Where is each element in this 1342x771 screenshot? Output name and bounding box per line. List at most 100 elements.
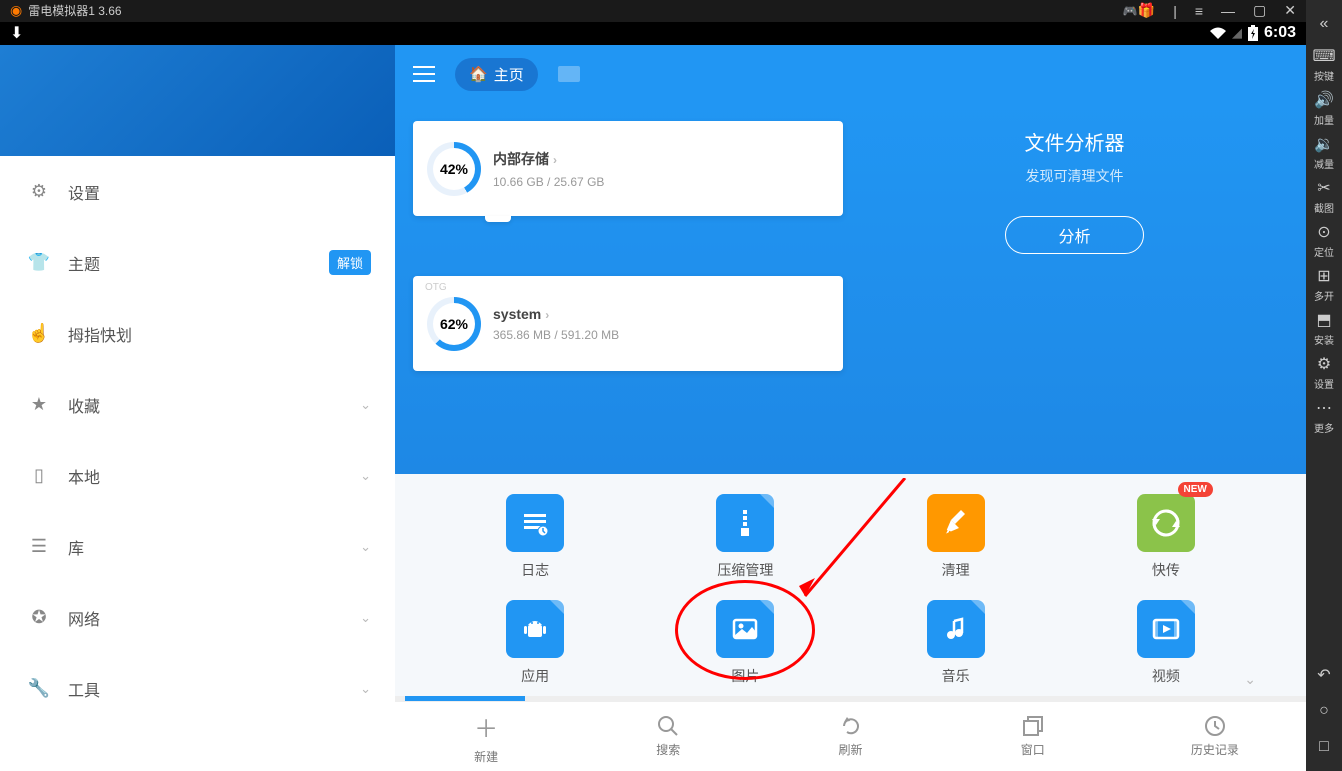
sidebar-item-label: 收藏: [68, 393, 360, 417]
analyzer-title: 文件分析器: [1025, 127, 1125, 156]
bottombar-label: 刷新: [839, 741, 863, 758]
sidebar-item-tools[interactable]: 🔧 工具 ⌄: [0, 653, 395, 724]
menu-icon[interactable]: ≡: [1195, 3, 1203, 19]
search-icon: [657, 715, 679, 737]
gear-icon: ⚙: [24, 181, 54, 202]
sidebar-item-label: 主题: [68, 251, 329, 275]
window-title: 雷电模拟器1 3.66: [28, 2, 1115, 19]
hamburger-icon[interactable]: [413, 66, 435, 82]
chevron-down-icon[interactable]: ⌄: [1244, 671, 1256, 688]
recent-nav-icon[interactable]: □: [1306, 729, 1342, 765]
window-button[interactable]: 窗口: [942, 702, 1124, 771]
gift-icon[interactable]: 🎁: [1138, 2, 1155, 19]
minimize-icon[interactable]: —: [1221, 3, 1235, 19]
tool-video[interactable]: 视频: [1076, 600, 1256, 686]
bottombar-label: 历史记录: [1191, 741, 1239, 758]
settings-button[interactable]: ⚙设置: [1306, 350, 1342, 394]
storage-card-internal[interactable]: 42% 内部存储 › 10.66 GB / 25.67 GB: [413, 121, 843, 216]
tab-marker[interactable]: [558, 66, 580, 82]
sidebar-item-local[interactable]: ▯ 本地 ⌄: [0, 440, 395, 511]
volume-down-button[interactable]: 🔉减量: [1306, 130, 1342, 174]
sidebar-hero: [0, 45, 395, 156]
sidebar-item-swipe[interactable]: ☝ 拇指快划: [0, 298, 395, 369]
maximize-icon[interactable]: ▢: [1253, 2, 1266, 19]
storage-card-system[interactable]: OTG 62% system› 365.86 MB / 591.20 MB: [413, 276, 843, 371]
home-tab[interactable]: 🏠 主页: [455, 58, 538, 91]
bottombar-label: 搜索: [656, 741, 680, 758]
tool-label: 音乐: [942, 666, 970, 686]
refresh-icon: [840, 715, 862, 737]
storage-size: 10.66 GB / 25.67 GB: [493, 175, 604, 189]
more-button[interactable]: ⋯更多: [1306, 394, 1342, 438]
sidebar-item-favorites[interactable]: ★ 收藏 ⌄: [0, 369, 395, 440]
analyzer-panel: 42% 内部存储 › 10.66 GB / 25.67 GB OTG 62%: [395, 103, 1306, 474]
tool-zip[interactable]: 压缩管理: [655, 494, 835, 580]
divider-icon: |: [1173, 3, 1177, 19]
tool-transfer[interactable]: NEW 快传: [1076, 494, 1256, 580]
android-statusbar: ⬇ ◢ 6:03: [0, 22, 1306, 45]
location-button[interactable]: ⊙定位: [1306, 218, 1342, 262]
chevron-right-icon: ›: [553, 153, 557, 167]
sidebar-item-settings[interactable]: ⚙ 设置: [0, 156, 395, 227]
tool-label: 视频: [1152, 666, 1180, 686]
new-badge: NEW: [1178, 482, 1213, 497]
tool-label: 日志: [521, 560, 549, 580]
download-icon[interactable]: ⬇: [10, 23, 23, 43]
tool-images[interactable]: 图片: [655, 600, 835, 686]
battery-icon: [1248, 25, 1258, 41]
back-icon[interactable]: ↶: [1306, 657, 1342, 693]
close-icon[interactable]: ✕: [1284, 2, 1296, 19]
app-logo-icon: ◉: [10, 2, 22, 19]
sidebar-item-label: 本地: [68, 464, 360, 488]
tool-apps[interactable]: 应用: [445, 600, 625, 686]
otg-tag: OTG: [425, 282, 447, 293]
tool-log[interactable]: 日志: [445, 494, 625, 580]
chevron-down-icon: ⌄: [360, 539, 371, 555]
scissor-icon: ✂: [1317, 178, 1330, 198]
swipe-icon: ☝: [24, 323, 54, 344]
storage-name: 内部存储: [493, 151, 549, 167]
android-icon: [506, 600, 564, 658]
window-icon: [1022, 715, 1044, 737]
storage-name: system: [493, 306, 541, 322]
sidebar-item-label: 库: [68, 535, 360, 559]
sidebar-item-network[interactable]: ✪ 网络 ⌄: [0, 582, 395, 653]
chevron-down-icon: ⌄: [360, 397, 371, 413]
signal-icon: ◢: [1232, 25, 1242, 41]
tool-label: 压缩管理: [717, 560, 773, 580]
history-button[interactable]: 历史记录: [1124, 702, 1306, 771]
install-button[interactable]: ⬒安装: [1306, 306, 1342, 350]
gamepad-icon: 🎮: [1123, 4, 1138, 18]
analyze-button[interactable]: 分析: [1005, 216, 1143, 254]
sidebar-item-theme[interactable]: 👕 主题 解锁: [0, 227, 395, 298]
apk-icon: ⬒: [1316, 310, 1331, 330]
collapse-icon[interactable]: «: [1306, 6, 1342, 42]
bottombar: ＋ 新建 搜索 刷新 窗口 历史记录: [395, 701, 1306, 771]
sidebar-item-library[interactable]: ☰ 库 ⌄: [0, 511, 395, 582]
home-nav-icon[interactable]: ○: [1306, 693, 1342, 729]
unlock-badge[interactable]: 解锁: [329, 250, 371, 275]
keymap-button[interactable]: ⌨按键: [1306, 42, 1342, 86]
location-icon: ⊙: [1317, 222, 1330, 242]
phone-icon: ▯: [24, 465, 54, 486]
refresh-button[interactable]: 刷新: [759, 702, 941, 771]
sidebar-item-label: 网络: [68, 606, 360, 630]
chevron-down-icon: ⌄: [360, 681, 371, 697]
new-button[interactable]: ＋ 新建: [395, 702, 577, 771]
screenshot-button[interactable]: ✂截图: [1306, 174, 1342, 218]
star-icon: ★: [24, 394, 54, 415]
volume-up-button[interactable]: 🔊加量: [1306, 86, 1342, 130]
shirt-icon: 👕: [24, 252, 54, 273]
percent-value: 62%: [433, 303, 475, 345]
network-icon: ✪: [24, 607, 54, 628]
multi-button[interactable]: ⊞多开: [1306, 262, 1342, 306]
wrench-icon: 🔧: [24, 678, 54, 699]
chevron-down-icon: ⌄: [360, 610, 371, 626]
search-button[interactable]: 搜索: [577, 702, 759, 771]
card-notch: [485, 216, 511, 222]
percent-value: 42%: [433, 148, 475, 190]
layers-icon: ☰: [24, 536, 54, 557]
tool-music[interactable]: 音乐: [866, 600, 1046, 686]
tool-clean[interactable]: 清理: [866, 494, 1046, 580]
gear-icon: ⚙: [1317, 354, 1331, 374]
